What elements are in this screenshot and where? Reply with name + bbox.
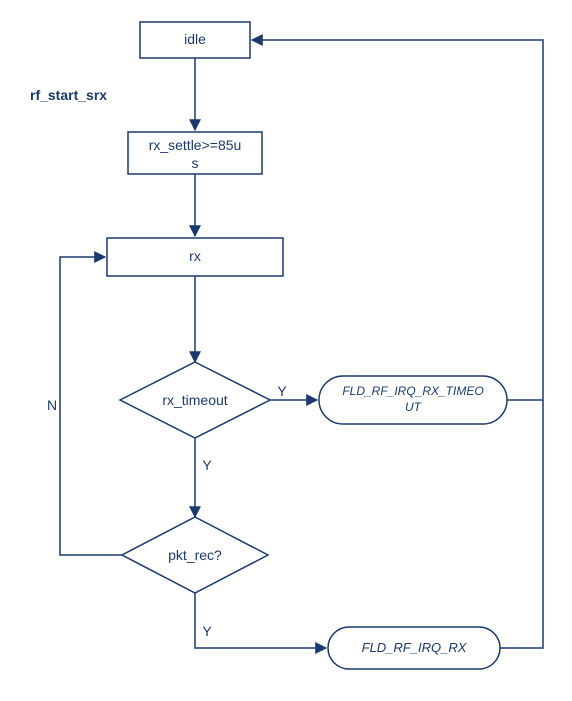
node-irq-rx: FLD_RF_IRQ_RX	[328, 627, 500, 669]
node-rx: rx	[107, 238, 283, 276]
node-rx-settle-label-1: rx_settle>=85u	[149, 137, 242, 153]
node-rx-timeout-label: rx_timeout	[162, 392, 227, 408]
node-rx-timeout: rx_timeout	[120, 362, 270, 438]
node-pkt-rec-label: pkt_rec?	[168, 547, 222, 563]
edge-rxtimeout-y2-label: Y	[202, 457, 212, 473]
node-rx-settle-label-2: s	[192, 155, 199, 171]
node-idle: idle	[140, 22, 250, 58]
node-rx-settle: rx_settle>=85u s	[128, 132, 262, 174]
edge-pktrec-y-to-irqrx	[195, 593, 326, 648]
edge-pktrec-n-label: N	[47, 397, 57, 413]
edge-irqrx-to-idle	[500, 400, 543, 648]
edge-rxtimeout-y1-label: Y	[277, 383, 287, 399]
node-rx-label: rx	[189, 248, 201, 264]
node-idle-label: idle	[184, 31, 206, 47]
node-irq-rx-label: FLD_RF_IRQ_RX	[362, 640, 468, 655]
annotation-start: rf_start_srx	[30, 87, 107, 103]
edge-pktrec-y-label: Y	[202, 623, 212, 639]
edge-irqtimeout-to-idle	[252, 40, 543, 400]
node-irq-timeout-label-2: UT	[405, 400, 423, 414]
node-irq-timeout-label-1: FLD_RF_IRQ_RX_TIMEO	[342, 384, 483, 398]
edge-pktrec-n-to-rx	[60, 257, 122, 555]
flowchart-diagram: idle rf_start_srx rx_settle>=85u s rx rx…	[0, 0, 572, 701]
node-pkt-rec: pkt_rec?	[122, 517, 268, 593]
node-irq-timeout: FLD_RF_IRQ_RX_TIMEO UT	[319, 376, 507, 424]
